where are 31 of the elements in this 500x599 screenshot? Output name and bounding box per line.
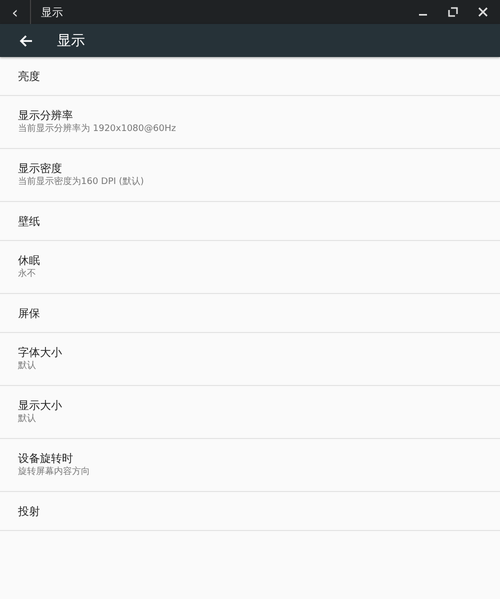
setting-summary: 默认 [18,360,37,373]
setting-title: 显示大小 [18,398,63,413]
settings-item[interactable]: 显示密度 当前显示密度为160 DPI (默认) [0,149,500,202]
maximize-icon[interactable] [448,7,458,17]
setting-title: 壁纸 [18,214,41,228]
settings-item[interactable]: 字体大小 默认 [0,333,500,386]
close-icon[interactable] [478,7,488,17]
setting-title: 显示分辨率 [18,108,74,123]
setting-title: 休眠 [18,253,41,268]
setting-title: 投射 [18,504,41,518]
settings-item[interactable]: 休眠 永不 [0,241,500,294]
settings-item[interactable]: 显示分辨率 当前显示分辨率为 1920x1080@60Hz [0,96,500,149]
setting-summary: 默认 [18,413,37,426]
setting-summary: 当前显示密度为160 DPI (默认) [18,176,145,189]
settings-item[interactable]: 屏保 [0,294,500,333]
settings-item[interactable]: 设备旋转时 旋转屏幕内容方向 [0,439,500,492]
setting-title: 亮度 [18,68,41,84]
app-bar-title: 显示 [57,32,85,50]
settings-item[interactable]: 壁纸 [0,202,500,241]
back-arrow-icon[interactable] [19,34,33,48]
setting-title: 屏保 [18,306,41,320]
settings-item[interactable]: 显示大小 默认 [0,386,500,439]
setting-title: 字体大小 [18,345,63,360]
settings-item[interactable]: 亮度 [0,57,500,96]
setting-title: 显示密度 [18,161,63,176]
setting-summary: 永不 [18,268,37,281]
setting-summary: 当前显示分辨率为 1920x1080@60Hz [18,123,177,136]
settings-item[interactable]: 投射 [0,492,500,531]
setting-summary: 旋转屏幕内容方向 [18,466,91,479]
setting-title: 设备旋转时 [18,451,74,466]
window-title: 显示 [41,4,63,20]
